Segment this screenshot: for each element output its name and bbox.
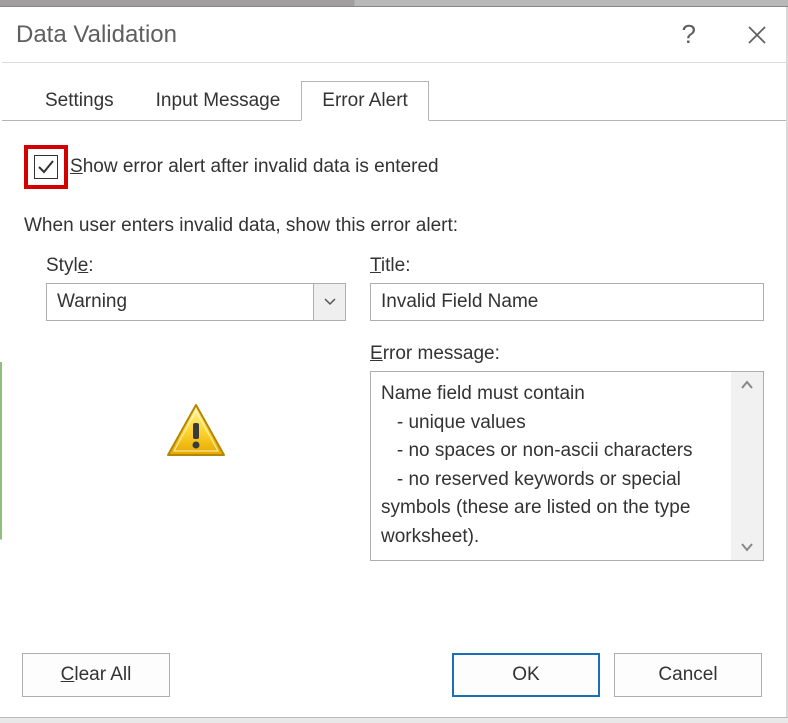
show-error-alert-label[interactable]: Show error alert after invalid data is e… (70, 156, 439, 178)
tab-content: Show error alert after invalid data is e… (2, 120, 786, 561)
tab-settings[interactable]: Settings (24, 81, 135, 120)
style-label: Style: (46, 255, 346, 277)
close-button[interactable] (744, 22, 770, 48)
checkmark-icon (36, 157, 56, 177)
style-select-dropdown-button[interactable] (313, 284, 345, 320)
error-message-textarea[interactable]: Name field must contain - unique values … (371, 372, 731, 560)
tab-strip: Settings Input Message Error Alert (0, 63, 788, 120)
show-error-alert-row: Show error alert after invalid data is e… (24, 145, 764, 189)
title-input[interactable] (370, 283, 764, 321)
section-label: When user enters invalid data, show this… (24, 215, 764, 237)
warning-icon-preview (46, 401, 346, 461)
window-top-border (0, 0, 788, 7)
chevron-down-icon (740, 542, 754, 552)
warning-triangle-icon (164, 401, 228, 461)
cancel-button[interactable]: Cancel (614, 653, 762, 697)
scroll-up-button[interactable] (731, 376, 763, 394)
scroll-down-button[interactable] (731, 538, 763, 556)
textarea-scrollbar[interactable] (731, 372, 763, 560)
ok-button[interactable]: OK (452, 653, 600, 697)
chevron-up-icon (740, 380, 754, 390)
highlight-box (24, 145, 68, 189)
close-icon (746, 24, 768, 46)
button-bar: Clear All OK Cancel (0, 635, 786, 715)
title-label: Title: (370, 255, 764, 277)
form-grid: Style: Warning (24, 255, 764, 561)
error-message-label: Error message: (370, 343, 764, 365)
dialog-title: Data Validation (16, 21, 682, 49)
style-select[interactable]: Warning (46, 283, 346, 321)
title-bar: Data Validation ? (0, 7, 788, 63)
chevron-down-icon (324, 298, 336, 306)
tab-error-alert[interactable]: Error Alert (301, 81, 429, 121)
help-button[interactable]: ? (682, 19, 696, 50)
error-message-textarea-wrap: Name field must contain - unique values … (370, 371, 764, 561)
style-select-value: Warning (47, 284, 313, 320)
window-left-edge (0, 7, 2, 717)
show-error-alert-checkbox[interactable] (34, 155, 58, 179)
window-bottom-edge (0, 717, 788, 723)
clear-all-button[interactable]: Clear All (22, 653, 170, 697)
tab-input-message[interactable]: Input Message (135, 81, 302, 120)
